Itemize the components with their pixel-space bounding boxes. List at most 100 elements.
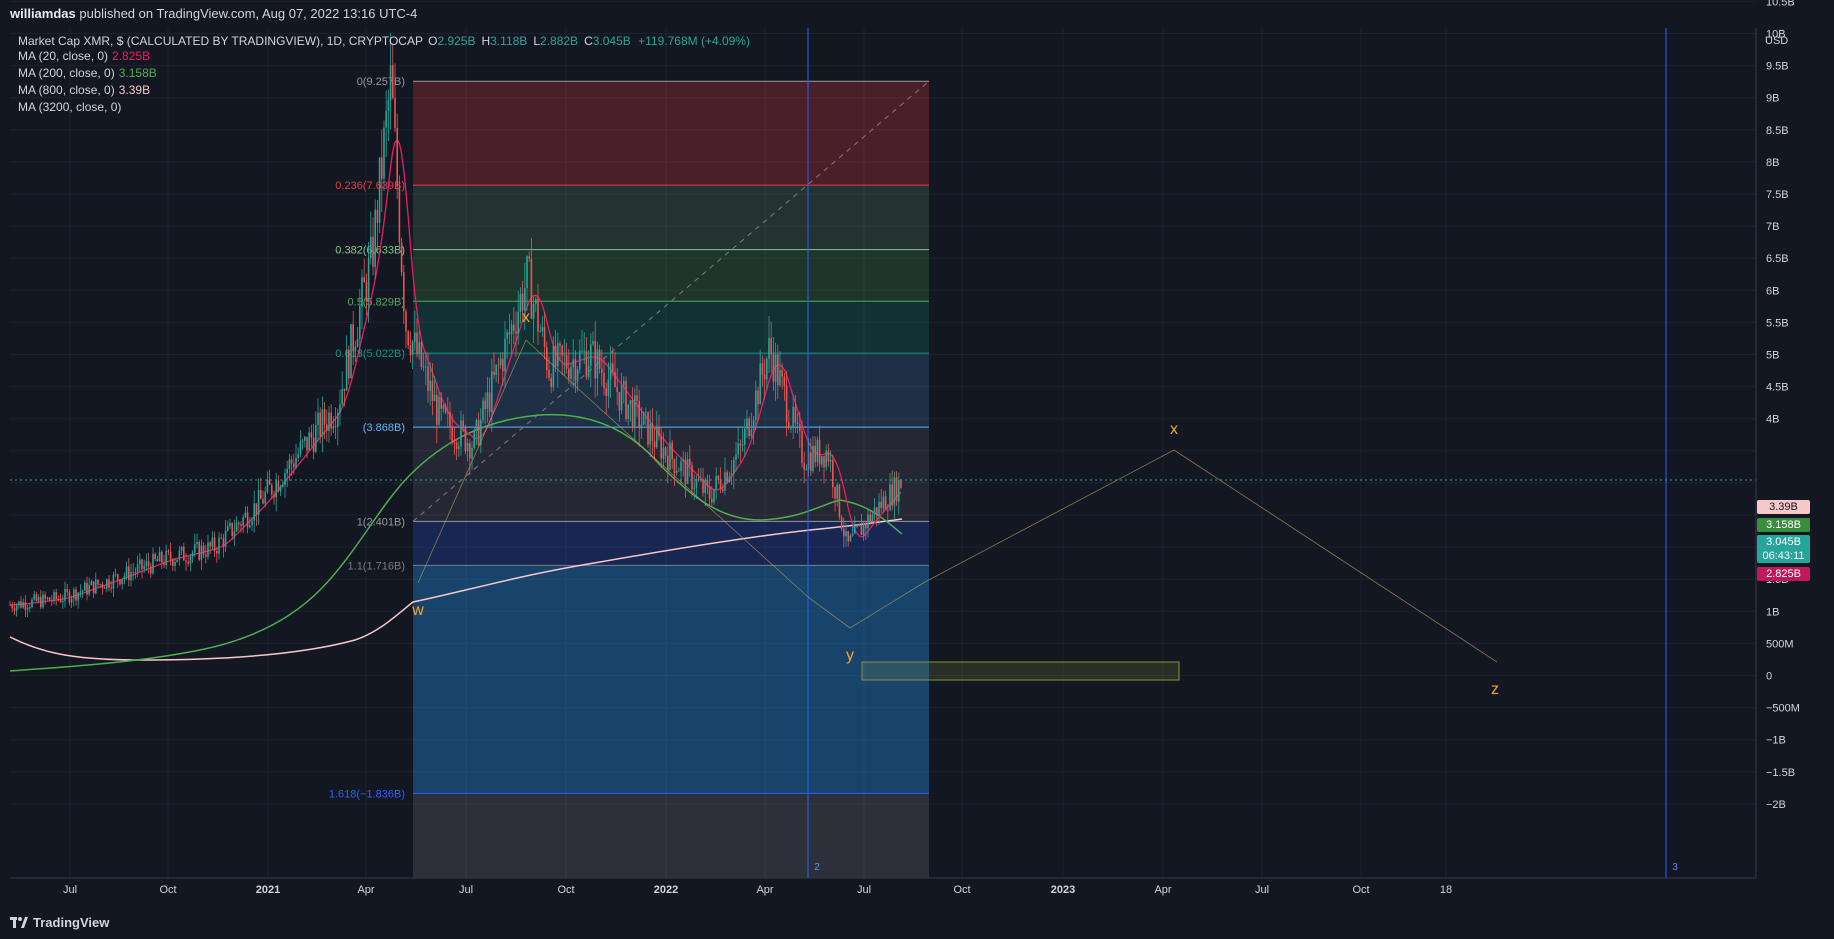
candle-body	[876, 507, 878, 516]
candle-body	[48, 597, 51, 601]
candle-body	[317, 412, 319, 425]
candle-body	[829, 459, 832, 462]
candle-body	[814, 445, 816, 463]
candle-body	[194, 543, 196, 553]
y-tick-label: 10B	[1766, 29, 1786, 41]
candle-body	[11, 605, 13, 609]
candle-body	[154, 553, 156, 560]
candle-body	[222, 538, 225, 547]
candle-body	[477, 419, 480, 446]
candle-body	[834, 487, 836, 499]
fib-level-label: (3.868B)	[363, 422, 405, 434]
candle-body	[636, 395, 638, 401]
candle-body	[581, 350, 583, 352]
change-value: +119.768M (+4.09%)	[638, 34, 750, 48]
candle-body	[900, 480, 902, 488]
candle-body	[218, 537, 220, 554]
candle-body	[744, 428, 746, 445]
candle-body	[482, 400, 484, 421]
candle-body	[856, 526, 858, 527]
candle-body	[708, 486, 711, 499]
candle-body	[554, 345, 557, 367]
y-tick-label: 6B	[1766, 285, 1779, 297]
candle-body	[818, 439, 821, 465]
candle-body	[99, 584, 101, 585]
candle-body	[623, 380, 625, 386]
candle-body	[488, 392, 491, 412]
candle-body	[383, 127, 385, 179]
candle-body	[781, 370, 783, 377]
candle-body	[367, 258, 370, 302]
candle-body	[88, 585, 90, 595]
candle-body	[273, 494, 275, 498]
candle-body	[183, 546, 185, 561]
candle-body	[642, 412, 645, 425]
y-tick-label: 4.5B	[1766, 382, 1789, 394]
candle-body	[387, 100, 390, 111]
candle-body	[398, 186, 401, 243]
ma-legend-row[interactable]: MA (3200, close, 0)	[18, 100, 125, 114]
ma-legend-row[interactable]: MA (800, close, 0) 3.39B	[18, 83, 150, 97]
close-price-tag: 3.045B 06:43:11	[1757, 535, 1810, 563]
ma-legend-row[interactable]: MA (20, close, 0) 2.825B	[18, 49, 150, 63]
y-tick-label: 4B	[1766, 414, 1779, 426]
candle-body	[845, 531, 847, 537]
ohlc-values: O2.925B H3.118B L2.882B C3.045B	[426, 34, 631, 48]
candle-body	[543, 327, 546, 348]
fib-zone	[413, 793, 929, 878]
candle-body	[161, 551, 163, 563]
y-tick-label: −1B	[1766, 735, 1786, 747]
candle-body	[354, 346, 357, 351]
candle-body	[794, 406, 797, 423]
candle-body	[640, 424, 643, 429]
fib-zone	[413, 81, 929, 186]
candle-body	[35, 594, 38, 601]
candle-body	[200, 545, 203, 560]
candle-body	[112, 574, 115, 589]
candle-body	[733, 459, 735, 474]
candle-body	[323, 409, 326, 425]
candle-body	[649, 423, 651, 445]
candle-body	[389, 65, 392, 101]
candle-body	[90, 581, 93, 586]
candle-body	[860, 524, 863, 535]
candle-body	[865, 523, 867, 529]
candle-body	[374, 209, 376, 267]
candle-body	[704, 480, 706, 493]
candle-body	[163, 562, 165, 565]
candle-body	[145, 561, 148, 566]
candle-body	[339, 404, 341, 414]
candle-body	[128, 566, 130, 581]
candle-body	[651, 423, 654, 442]
candle-body	[66, 588, 68, 592]
price-chart[interactable]: 0(9.257B)0.236(7.639B)0.382(6.633B)0.5(5…	[0, 0, 1834, 939]
candle-body	[211, 537, 214, 547]
candle-body	[521, 293, 524, 311]
candle-body	[9, 604, 11, 606]
candle-body	[777, 354, 779, 386]
candle-body	[662, 447, 665, 459]
symbol-name[interactable]: Market Cap XMR, $ (CALCULATED BY TRADING…	[18, 34, 423, 48]
candle-body	[502, 358, 504, 372]
candle-body	[484, 400, 486, 410]
ma-legend-row[interactable]: MA (200, close, 0) 3.158B	[18, 66, 157, 80]
ma-label: MA (3200, close, 0)	[18, 100, 122, 114]
candle-body	[257, 490, 260, 515]
candle-body	[191, 552, 194, 557]
candle-body	[147, 561, 150, 567]
candle-body	[761, 363, 764, 375]
candle-body	[843, 528, 845, 537]
candle-body	[22, 602, 24, 608]
candle-body	[213, 537, 216, 551]
candle-body	[262, 499, 264, 504]
tradingview-logo[interactable]: TradingView	[10, 915, 109, 930]
candle-body	[334, 426, 337, 427]
fib-zone	[413, 353, 929, 428]
candle-body	[431, 380, 434, 402]
candle-body	[812, 445, 814, 471]
fib-level-label: 1(2.401B)	[357, 516, 405, 528]
candle-body	[255, 503, 258, 515]
candle-body	[81, 590, 84, 592]
y-tick-label: 5.5B	[1766, 317, 1789, 329]
candle-body	[682, 459, 684, 462]
